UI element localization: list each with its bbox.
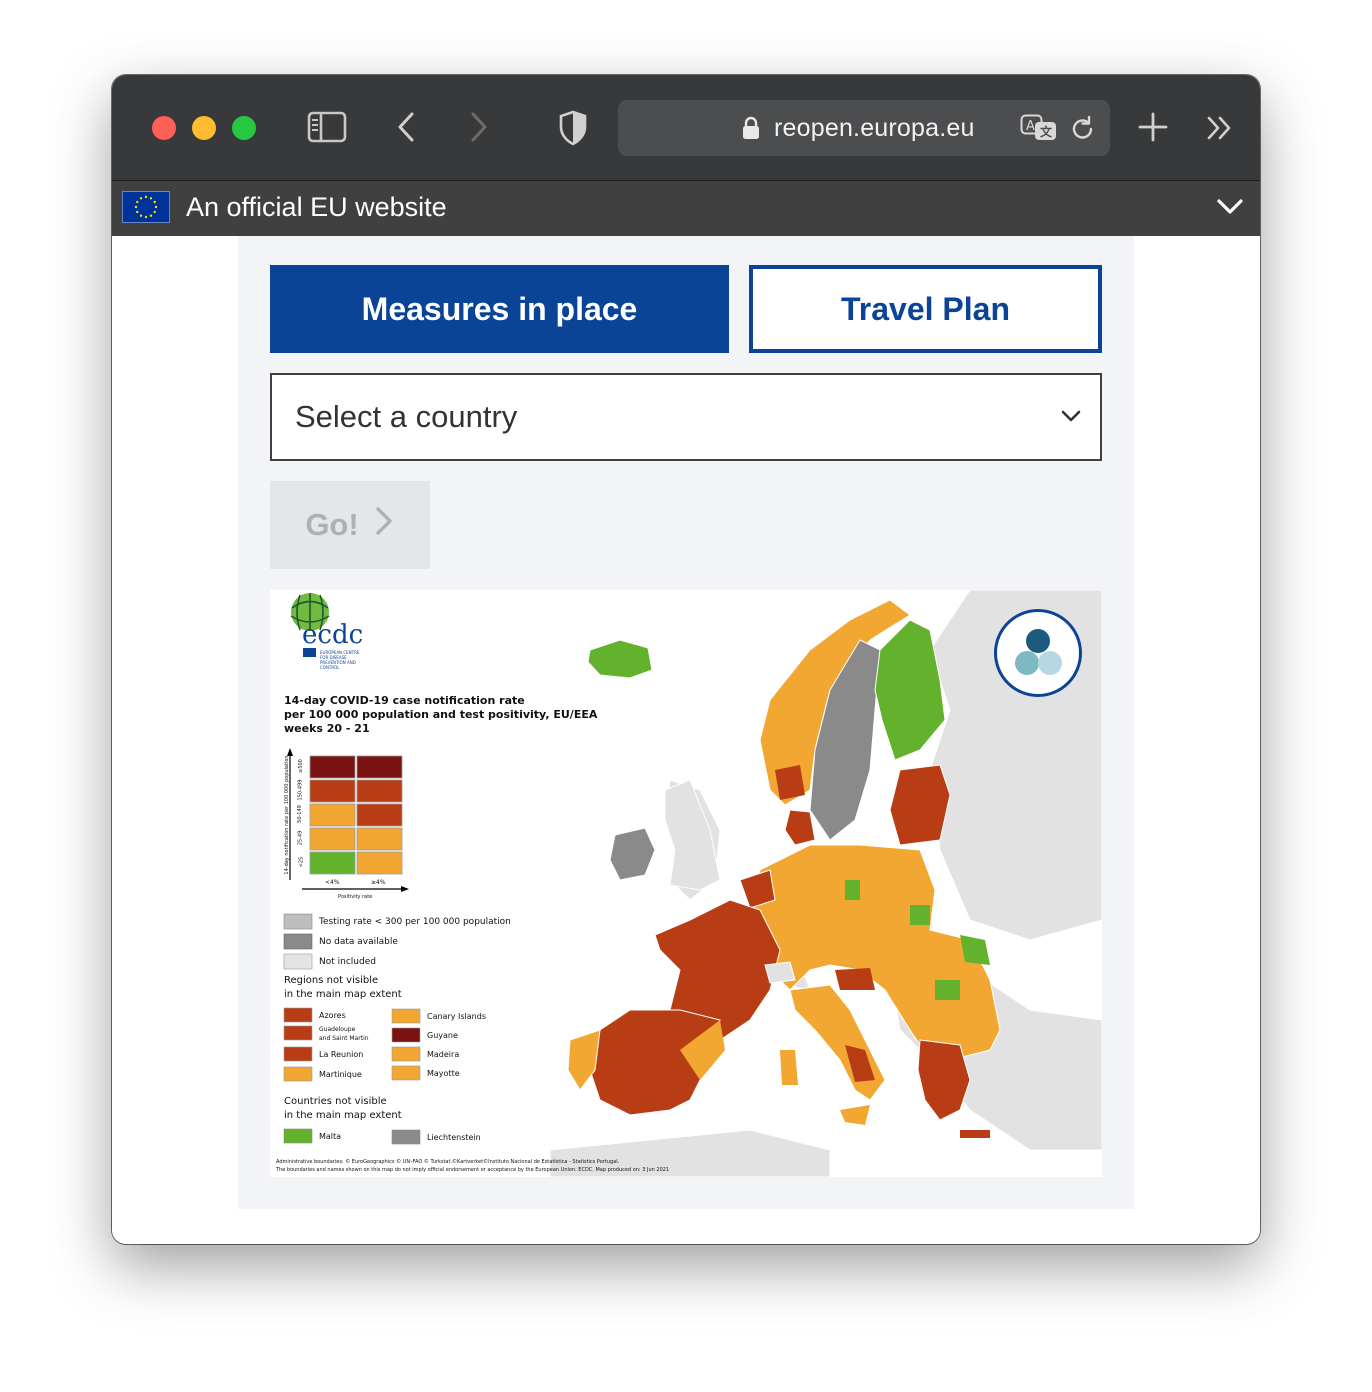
legend-label-not-included: Not included xyxy=(319,957,376,967)
ecdc-logo-text: ecdc xyxy=(302,620,364,650)
accessibility-circles-icon[interactable] xyxy=(994,609,1082,697)
legend-label-nodata: No data available xyxy=(319,937,398,947)
reopen-panel: Measures in place Travel Plan Select a c… xyxy=(238,236,1134,1209)
ecdc-logo-subtitle: EUROPEAN CENTRE FOR DISEASE PREVENTION A… xyxy=(320,650,360,670)
svg-text:A: A xyxy=(1026,119,1035,134)
browser-window: reopen.europa.eu A文 An official EU websi… xyxy=(112,75,1260,1244)
chevron-left-icon[interactable] xyxy=(396,111,418,143)
country-label: Liechtenstein xyxy=(427,1133,481,1142)
europe-map-graphic xyxy=(283,590,1102,1177)
region-swatch xyxy=(283,1066,313,1082)
map-title-line1: 14-day COVID-19 case notification rate xyxy=(284,694,525,707)
region-label: Guadeloupe xyxy=(319,1026,356,1033)
chevron-right-icon xyxy=(373,506,395,544)
region-swatch xyxy=(391,1008,421,1024)
region-swatch xyxy=(283,1046,313,1062)
travel-plan-button[interactable]: Travel Plan xyxy=(749,265,1102,353)
legend-swatch-nodata xyxy=(283,933,313,950)
region-swatch xyxy=(283,1007,313,1023)
eu-official-banner: An official EU website xyxy=(112,181,1260,236)
country-select[interactable]: Select a country xyxy=(270,373,1102,461)
legend-label-testing: Testing rate < 300 per 100 000 populatio… xyxy=(319,917,511,927)
legend-matrix xyxy=(287,748,409,892)
country-select-value: Select a country xyxy=(295,399,518,434)
covid-map[interactable]: ecdc EUROPEAN CENTRE FOR DISEASE PREVENT… xyxy=(270,590,1102,1177)
region-swatch xyxy=(283,1025,313,1041)
chevron-down-icon xyxy=(1060,408,1082,429)
regions-heading: Regions not visible xyxy=(284,975,379,986)
shield-icon[interactable] xyxy=(558,110,588,146)
go-button[interactable]: Go! xyxy=(270,481,430,569)
legend-y-tick: ≥500 xyxy=(297,759,304,773)
map-title-line3: weeks 20 - 21 xyxy=(284,722,370,735)
region-label: Azores xyxy=(319,1011,346,1020)
map-title-line2: per 100 000 population and test positivi… xyxy=(284,708,598,721)
go-label: Go! xyxy=(305,507,359,542)
country-swatches xyxy=(283,1128,421,1145)
region-label: Martinique xyxy=(319,1070,362,1079)
map-footnote: Administrative boundaries: © EuroGeograp… xyxy=(276,1159,620,1165)
region-label: Madeira xyxy=(427,1050,460,1059)
measures-in-place-button[interactable]: Measures in place xyxy=(270,265,729,353)
map-footnote: The boundaries and names shown on this m… xyxy=(276,1167,670,1173)
region-label: La Reunion xyxy=(319,1050,364,1059)
region-swatch xyxy=(391,1046,421,1062)
region-swatch xyxy=(391,1027,421,1043)
sidebar-icon[interactable] xyxy=(307,111,347,143)
legend-y-tick: 150-499 xyxy=(297,779,304,801)
country-swatch xyxy=(391,1129,421,1145)
legend-y-tick: 25-49 xyxy=(297,830,304,846)
double-chevron-icon[interactable] xyxy=(1206,115,1234,141)
browser-toolbar: reopen.europa.eu A文 xyxy=(112,75,1260,181)
legend-x-tick: ≥4% xyxy=(371,879,386,886)
legend-x-axis-label: Positivity rate xyxy=(338,894,373,900)
country-label: Malta xyxy=(319,1132,342,1141)
eu-flag-icon xyxy=(122,191,170,223)
regions-heading: in the main map extent xyxy=(284,989,402,1000)
close-window-button[interactable] xyxy=(152,116,176,140)
legend-swatch-not-included xyxy=(283,953,313,970)
svg-text:文: 文 xyxy=(1040,124,1053,139)
legend-x-tick: <4% xyxy=(325,879,340,886)
legend-swatch-testing xyxy=(283,913,313,930)
reload-icon[interactable] xyxy=(1070,115,1096,148)
lock-icon xyxy=(742,116,760,145)
country-swatch xyxy=(283,1128,313,1144)
eu-banner-text: An official EU website xyxy=(186,192,447,222)
region-label: Guyane xyxy=(427,1031,458,1040)
region-label: Mayotte xyxy=(427,1069,460,1078)
legend-y-axis-label: 14-day notification rate per 100 000 pop… xyxy=(284,755,290,875)
legend-y-tick: 50-149 xyxy=(296,805,303,823)
plus-icon[interactable] xyxy=(1138,112,1168,142)
region-label: and Saint Martin xyxy=(319,1035,369,1042)
minimize-window-button[interactable] xyxy=(192,116,216,140)
address-url: reopen.europa.eu xyxy=(774,114,975,142)
address-bar[interactable]: reopen.europa.eu A文 xyxy=(618,100,1110,156)
countries-heading: in the main map extent xyxy=(284,1110,402,1121)
chevron-right-icon[interactable] xyxy=(467,111,489,143)
translate-icon[interactable]: A文 xyxy=(1020,114,1058,147)
region-swatch xyxy=(391,1065,421,1081)
region-label: Canary Islands xyxy=(427,1012,486,1021)
zoom-window-button[interactable] xyxy=(232,116,256,140)
page-content: Measures in place Travel Plan Select a c… xyxy=(112,236,1260,1244)
countries-heading: Countries not visible xyxy=(284,1096,387,1107)
chevron-down-icon[interactable] xyxy=(1216,197,1244,222)
legend-y-tick: <25 xyxy=(298,856,305,868)
